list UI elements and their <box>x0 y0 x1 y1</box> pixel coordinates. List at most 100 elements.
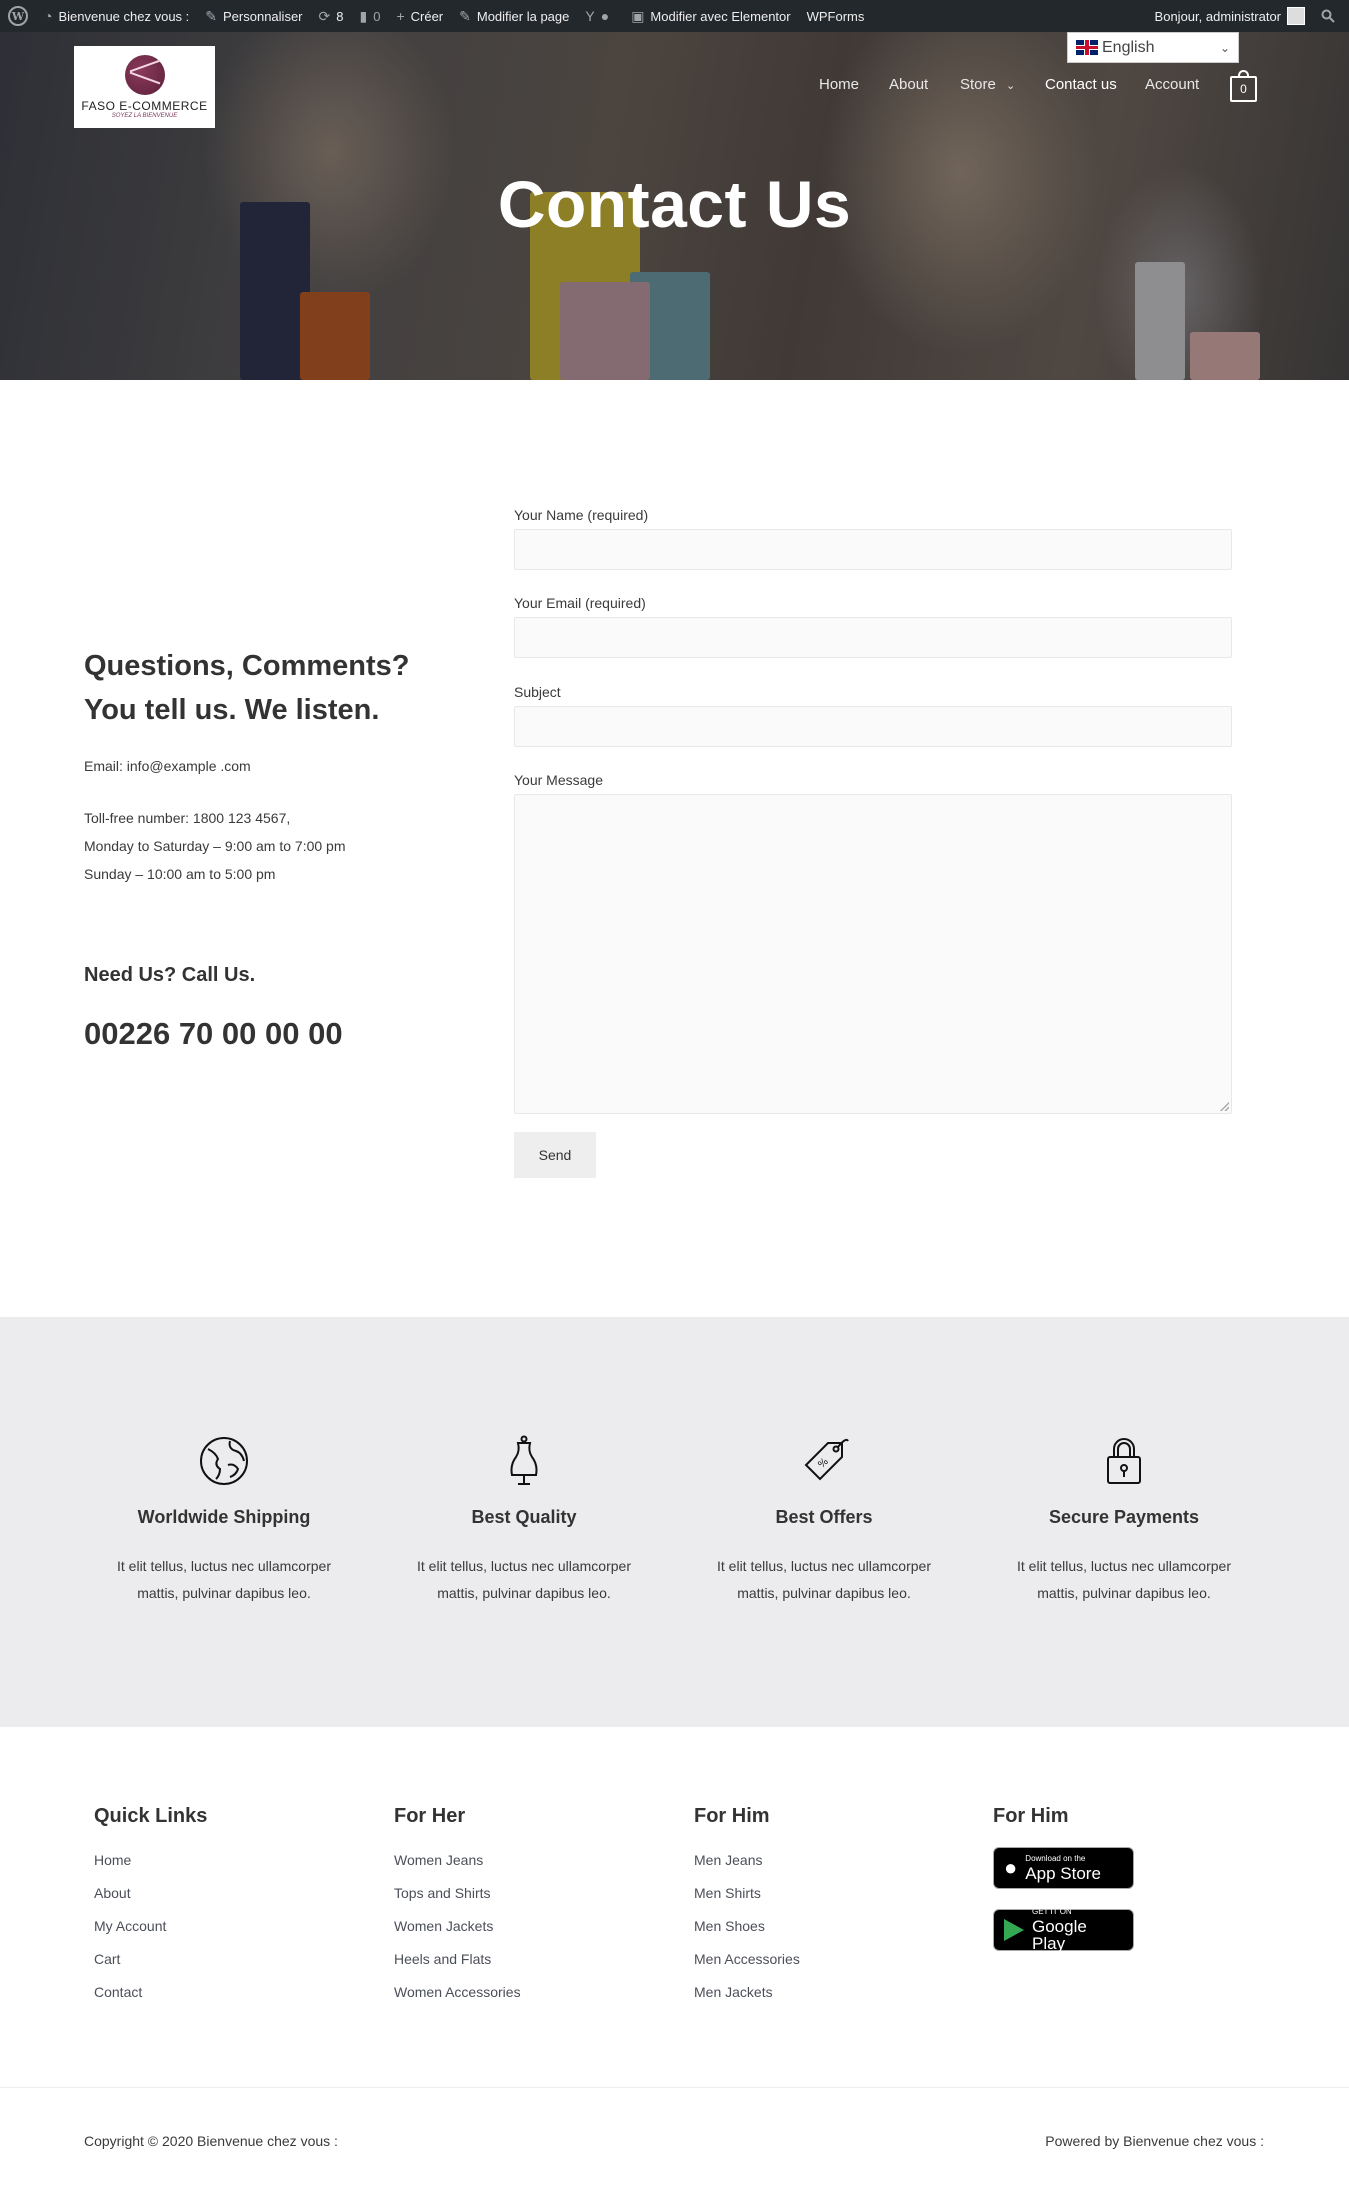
app-store-text: Download on the App Store <box>1025 1853 1101 1883</box>
admin-bar: W ◔ Bienvenue chez vous : ✎ Personnalise… <box>0 0 1349 32</box>
footer-link-women-jackets[interactable]: Women Jackets <box>394 1918 493 1934</box>
contact-heading: Questions, Comments? You tell us. We lis… <box>84 650 410 726</box>
footer-link-cart[interactable]: Cart <box>94 1951 120 1967</box>
footer-link-my-account[interactable]: My Account <box>94 1918 166 1934</box>
feature-title: Secure Payments <box>1048 1507 1200 1527</box>
google-play-badge[interactable]: GET IT ON Google Play <box>993 1908 1134 1953</box>
admin-bar-customize[interactable]: ✎ Personnaliser <box>197 0 310 32</box>
footer-link-women-accessories[interactable]: Women Accessories <box>394 1984 521 2000</box>
footer-link-men-shirts[interactable]: Men Shirts <box>694 1885 761 1901</box>
admin-bar-search[interactable] <box>1313 0 1349 32</box>
message-field[interactable] <box>514 794 1232 1114</box>
email-field[interactable] <box>514 617 1232 658</box>
nav-item-store-label: Store <box>960 76 996 93</box>
uk-flag-icon <box>1076 40 1098 55</box>
contact-email: Email: info@example .com <box>84 758 251 774</box>
comments-count: 0 <box>373 8 381 24</box>
logo-name: FASO E-COMMERCE <box>81 99 208 113</box>
page-title: Contact Us <box>497 167 852 241</box>
feature-text: It elit tellus, luctus nec ullamcorper m… <box>94 1553 354 1607</box>
copyright: Copyright © 2020 Bienvenue chez vous : <box>84 2133 338 2149</box>
footer-link-heels-flats[interactable]: Heels and Flats <box>394 1951 491 1967</box>
refresh-icon: ⟳ <box>318 7 331 24</box>
footer-quick-links-title: Quick Links <box>94 1805 208 1827</box>
footer-link-women-jeans[interactable]: Women Jeans <box>394 1852 483 1868</box>
comment-icon: ▮ <box>359 7 368 24</box>
footer-link-contact[interactable]: Contact <box>94 1984 142 2000</box>
footer-link-tops-shirts[interactable]: Tops and Shirts <box>394 1885 491 1901</box>
footer-for-him-title: For Him <box>694 1805 770 1827</box>
footer-for-her-title: For Her <box>394 1805 466 1827</box>
nav-item-contact[interactable]: Contact us <box>1045 76 1117 93</box>
cart-button[interactable]: 0 <box>1230 76 1257 102</box>
footer-link-men-jackets[interactable]: Men Jackets <box>694 1984 773 2000</box>
google-play-big-label: Google Play <box>1032 1917 1087 1953</box>
phone-number: 00226 70 00 00 00 <box>84 1016 343 1051</box>
chevron-down-icon: ⌄ <box>1006 80 1016 92</box>
wordpress-logo-icon: W <box>8 6 28 26</box>
subject-label: Subject <box>514 684 561 700</box>
language-select[interactable]: English ⌄ <box>1067 32 1239 63</box>
name-label: Your Name (required) <box>514 507 649 523</box>
svg-text:%: % <box>816 1456 831 1471</box>
apple-icon: ● <box>1004 1855 1018 1880</box>
powered-by: Powered by Bienvenue chez vous : <box>1045 2133 1264 2149</box>
footer-link-men-jeans[interactable]: Men Jeans <box>694 1852 762 1868</box>
elementor-label: Modifier avec Elementor <box>650 8 791 24</box>
new-label: Créer <box>410 8 444 24</box>
price-tag-icon: % <box>804 1438 849 1481</box>
wordpress-menu[interactable]: W <box>0 0 36 32</box>
features-section: Worldwide Shipping It elit tellus, luctu… <box>0 1317 1349 1727</box>
contact-hours-sunday: Sunday – 10:00 am to 5:00 pm <box>84 866 276 882</box>
admin-bar-wpforms[interactable]: WPForms <box>799 0 873 32</box>
footer-link-men-accessories[interactable]: Men Accessories <box>694 1951 800 1967</box>
globe-icon <box>200 1437 248 1485</box>
resize-grip-icon[interactable] <box>1220 1102 1229 1111</box>
google-play-text: GET IT ON Google Play <box>1032 1908 1123 1953</box>
subject-field[interactable] <box>514 706 1232 747</box>
elementor-icon: ▣ <box>631 7 645 24</box>
feature-title: Best Offers <box>775 1507 873 1527</box>
send-button[interactable]: Send <box>514 1132 596 1178</box>
main-navigation: Home About Store ⌄ Contact us Account <box>0 76 1349 100</box>
cart-count: 0 <box>1240 82 1247 96</box>
footer-link-about[interactable]: About <box>94 1885 131 1901</box>
feature-text-line: It elit tellus, luctus nec ullamcorper <box>417 1558 631 1574</box>
feature-text-line: mattis, pulvinar dapibus leo. <box>437 1585 611 1601</box>
admin-bar-yoast[interactable]: Y ● <box>577 0 623 32</box>
admin-bar-new[interactable]: + Créer <box>388 0 451 32</box>
plus-icon: + <box>396 8 405 24</box>
footer-link-home[interactable]: Home <box>94 1852 131 1868</box>
footer-link-men-shoes[interactable]: Men Shoes <box>694 1918 765 1934</box>
admin-bar-edit-page[interactable]: ✎ Modifier la page <box>451 0 577 32</box>
customize-label: Personnaliser <box>223 8 303 24</box>
admin-bar-elementor[interactable]: ▣ Modifier avec Elementor <box>623 0 798 32</box>
admin-bar-account[interactable]: Bonjour, administrator <box>1147 0 1313 32</box>
nav-item-home[interactable]: Home <box>819 76 859 93</box>
dress-form-icon <box>510 1435 538 1485</box>
dashboard-icon: ◔ <box>44 8 53 24</box>
nav-item-store[interactable]: Store ⌄ <box>960 76 1015 93</box>
feature-text: It elit tellus, luctus nec ullamcorper m… <box>394 1553 654 1607</box>
admin-bar-comments[interactable]: ▮ 0 <box>351 0 388 32</box>
brush-icon: ✎ <box>205 7 218 24</box>
updates-count: 8 <box>336 8 344 24</box>
feature-title: Best Quality <box>471 1507 577 1527</box>
feature-text-line: mattis, pulvinar dapibus leo. <box>737 1585 911 1601</box>
footer-apps-title: For Him <box>993 1805 1069 1827</box>
contact-tollfree: Toll-free number: 1800 123 4567, <box>84 810 291 826</box>
feature-text-line: It elit tellus, luctus nec ullamcorper <box>117 1558 331 1574</box>
feature-text: It elit tellus, luctus nec ullamcorper m… <box>694 1553 954 1607</box>
feature-text-line: It elit tellus, luctus nec ullamcorper <box>717 1558 931 1574</box>
cart-handle-icon <box>1238 70 1249 77</box>
app-store-badge[interactable]: ● Download on the App Store <box>993 1847 1134 1889</box>
admin-bar-updates[interactable]: ⟳ 8 <box>311 0 352 32</box>
nav-item-account[interactable]: Account <box>1145 76 1199 93</box>
admin-bar-site-name[interactable]: ◔ Bienvenue chez vous : <box>36 0 197 32</box>
nav-item-about[interactable]: About <box>889 76 928 93</box>
call-heading: Need Us? Call Us. <box>84 964 256 986</box>
app-store-big-label: App Store <box>1025 1863 1101 1883</box>
pencil-icon: ✎ <box>459 7 471 24</box>
name-field[interactable] <box>514 529 1232 570</box>
app-store-small-label: Download on the <box>1025 1853 1086 1863</box>
